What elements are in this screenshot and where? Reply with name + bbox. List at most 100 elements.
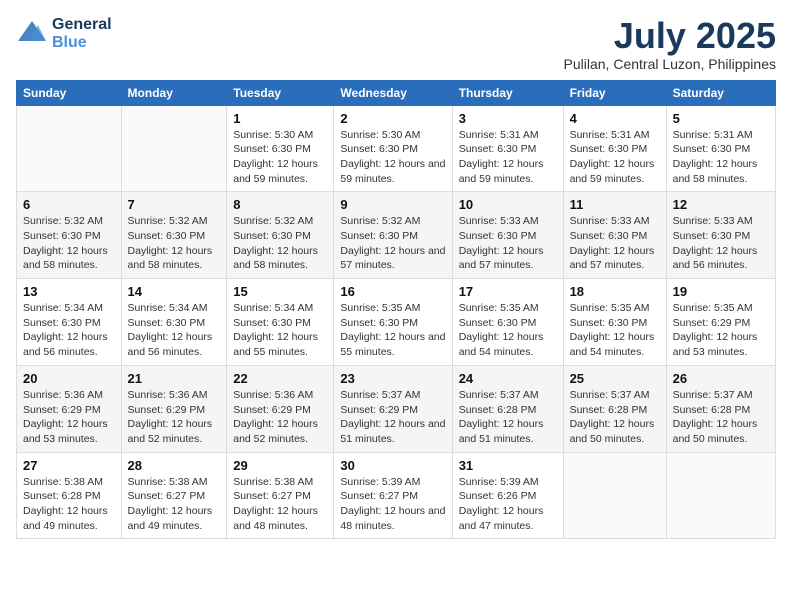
calendar-cell: 12Sunrise: 5:33 AM Sunset: 6:30 PM Dayli… <box>666 192 775 279</box>
calendar-cell: 16Sunrise: 5:35 AM Sunset: 6:30 PM Dayli… <box>334 279 452 366</box>
day-number: 8 <box>233 197 327 212</box>
calendar-cell: 20 Sunrise: 5:36 AM Sunset: 6:29 PM Dayli… <box>17 365 122 452</box>
calendar-cell: 10 Sunrise: 5:33 AM Sunset: 6:30 PM Dayli… <box>452 192 563 279</box>
col-header-wednesday: Wednesday <box>334 80 452 105</box>
day-detail: Sunrise: 5:33 AM Sunset: 6:30 PM Dayligh… <box>459 214 557 273</box>
calendar-cell: 17Sunrise: 5:35 AM Sunset: 6:30 PM Dayli… <box>452 279 563 366</box>
day-detail: Sunrise: 5:35 AM Sunset: 6:29 PM Dayligh… <box>673 301 769 360</box>
col-header-sunday: Sunday <box>17 80 122 105</box>
day-detail: Sunrise: 5:37 AM Sunset: 6:29 PM Dayligh… <box>340 388 445 447</box>
week-row: 20 Sunrise: 5:36 AM Sunset: 6:29 PM Dayli… <box>17 365 776 452</box>
day-number: 20 <box>23 371 115 386</box>
week-row: 27Sunrise: 5:38 AM Sunset: 6:28 PM Dayli… <box>17 452 776 539</box>
day-detail: Sunrise: 5:33 AM Sunset: 6:30 PM Dayligh… <box>570 214 660 273</box>
week-row: 1 Sunrise: 5:30 AM Sunset: 6:30 PM Daylig… <box>17 105 776 192</box>
day-detail: Sunrise: 5:37 AM Sunset: 6:28 PM Dayligh… <box>673 388 769 447</box>
day-number: 25 <box>570 371 660 386</box>
day-number: 24 <box>459 371 557 386</box>
col-header-thursday: Thursday <box>452 80 563 105</box>
logo-blue: Blue <box>52 34 112 52</box>
calendar-cell: 24 Sunrise: 5:37 AM Sunset: 6:28 PM Dayli… <box>452 365 563 452</box>
day-detail: Sunrise: 5:34 AM Sunset: 6:30 PM Dayligh… <box>233 301 327 360</box>
col-header-friday: Friday <box>563 80 666 105</box>
calendar-cell: 23Sunrise: 5:37 AM Sunset: 6:29 PM Dayli… <box>334 365 452 452</box>
day-detail: Sunrise: 5:34 AM Sunset: 6:30 PM Dayligh… <box>23 301 115 360</box>
day-number: 11 <box>570 197 660 212</box>
day-detail: Sunrise: 5:38 AM Sunset: 6:27 PM Dayligh… <box>233 475 327 534</box>
month-year: July 2025 <box>564 16 776 56</box>
day-number: 26 <box>673 371 769 386</box>
logo: General Blue <box>16 16 112 51</box>
calendar-cell: 8 Sunrise: 5:32 AM Sunset: 6:30 PM Daylig… <box>227 192 334 279</box>
day-detail: Sunrise: 5:36 AM Sunset: 6:29 PM Dayligh… <box>128 388 221 447</box>
day-detail: Sunrise: 5:30 AM Sunset: 6:30 PM Dayligh… <box>233 128 327 187</box>
calendar-cell: 18 Sunrise: 5:35 AM Sunset: 6:30 PM Dayli… <box>563 279 666 366</box>
logo-general: General <box>52 16 112 34</box>
col-header-saturday: Saturday <box>666 80 775 105</box>
calendar-cell: 7Sunrise: 5:32 AM Sunset: 6:30 PM Daylig… <box>121 192 227 279</box>
day-number: 22 <box>233 371 327 386</box>
header-row: SundayMondayTuesdayWednesdayThursdayFrid… <box>17 80 776 105</box>
day-number: 17 <box>459 284 557 299</box>
day-number: 30 <box>340 458 445 473</box>
day-detail: Sunrise: 5:32 AM Sunset: 6:30 PM Dayligh… <box>23 214 115 273</box>
calendar-cell <box>17 105 122 192</box>
day-number: 29 <box>233 458 327 473</box>
calendar-cell: 19 Sunrise: 5:35 AM Sunset: 6:29 PM Dayli… <box>666 279 775 366</box>
day-number: 28 <box>128 458 221 473</box>
day-number: 15 <box>233 284 327 299</box>
calendar-cell: 26 Sunrise: 5:37 AM Sunset: 6:28 PM Dayli… <box>666 365 775 452</box>
calendar-cell <box>563 452 666 539</box>
day-number: 3 <box>459 111 557 126</box>
day-detail: Sunrise: 5:38 AM Sunset: 6:28 PM Dayligh… <box>23 475 115 534</box>
calendar-cell: 31 Sunrise: 5:39 AM Sunset: 6:26 PM Dayli… <box>452 452 563 539</box>
title-block: July 2025 Pulilan, Central Luzon, Philip… <box>564 16 776 72</box>
day-number: 10 <box>459 197 557 212</box>
day-number: 19 <box>673 284 769 299</box>
calendar-cell <box>121 105 227 192</box>
day-number: 4 <box>570 111 660 126</box>
calendar-cell: 14 Sunrise: 5:34 AM Sunset: 6:30 PM Dayli… <box>121 279 227 366</box>
calendar-cell: 30 Sunrise: 5:39 AM Sunset: 6:27 PM Dayli… <box>334 452 452 539</box>
day-number: 16 <box>340 284 445 299</box>
day-detail: Sunrise: 5:39 AM Sunset: 6:27 PM Dayligh… <box>340 475 445 534</box>
col-header-tuesday: Tuesday <box>227 80 334 105</box>
day-number: 18 <box>570 284 660 299</box>
logo-icon <box>16 19 48 43</box>
day-number: 5 <box>673 111 769 126</box>
calendar-cell: 21 Sunrise: 5:36 AM Sunset: 6:29 PM Dayli… <box>121 365 227 452</box>
week-row: 6Sunrise: 5:32 AM Sunset: 6:30 PM Daylig… <box>17 192 776 279</box>
day-number: 14 <box>128 284 221 299</box>
day-detail: Sunrise: 5:30 AM Sunset: 6:30 PM Dayligh… <box>340 128 445 187</box>
day-detail: Sunrise: 5:31 AM Sunset: 6:30 PM Dayligh… <box>570 128 660 187</box>
day-detail: Sunrise: 5:38 AM Sunset: 6:27 PM Dayligh… <box>128 475 221 534</box>
day-number: 2 <box>340 111 445 126</box>
day-number: 31 <box>459 458 557 473</box>
day-detail: Sunrise: 5:37 AM Sunset: 6:28 PM Dayligh… <box>570 388 660 447</box>
calendar-cell: 13 Sunrise: 5:34 AM Sunset: 6:30 PM Dayli… <box>17 279 122 366</box>
day-number: 7 <box>128 197 221 212</box>
calendar-cell: 5 Sunrise: 5:31 AM Sunset: 6:30 PM Daylig… <box>666 105 775 192</box>
calendar-cell: 22Sunrise: 5:36 AM Sunset: 6:29 PM Dayli… <box>227 365 334 452</box>
day-detail: Sunrise: 5:32 AM Sunset: 6:30 PM Dayligh… <box>340 214 445 273</box>
calendar-cell: 2 Sunrise: 5:30 AM Sunset: 6:30 PM Daylig… <box>334 105 452 192</box>
calendar-table: SundayMondayTuesdayWednesdayThursdayFrid… <box>16 80 776 540</box>
calendar-cell: 15 Sunrise: 5:34 AM Sunset: 6:30 PM Dayli… <box>227 279 334 366</box>
day-detail: Sunrise: 5:37 AM Sunset: 6:28 PM Dayligh… <box>459 388 557 447</box>
day-number: 13 <box>23 284 115 299</box>
calendar-cell: 9 Sunrise: 5:32 AM Sunset: 6:30 PM Daylig… <box>334 192 452 279</box>
day-number: 21 <box>128 371 221 386</box>
day-number: 1 <box>233 111 327 126</box>
day-number: 9 <box>340 197 445 212</box>
day-detail: Sunrise: 5:35 AM Sunset: 6:30 PM Dayligh… <box>570 301 660 360</box>
day-detail: Sunrise: 5:31 AM Sunset: 6:30 PM Dayligh… <box>673 128 769 187</box>
calendar-cell: 28 Sunrise: 5:38 AM Sunset: 6:27 PM Dayli… <box>121 452 227 539</box>
day-detail: Sunrise: 5:32 AM Sunset: 6:30 PM Dayligh… <box>233 214 327 273</box>
calendar-cell: 1 Sunrise: 5:30 AM Sunset: 6:30 PM Daylig… <box>227 105 334 192</box>
calendar-cell: 3Sunrise: 5:31 AM Sunset: 6:30 PM Daylig… <box>452 105 563 192</box>
day-detail: Sunrise: 5:39 AM Sunset: 6:26 PM Dayligh… <box>459 475 557 534</box>
day-detail: Sunrise: 5:34 AM Sunset: 6:30 PM Dayligh… <box>128 301 221 360</box>
day-detail: Sunrise: 5:36 AM Sunset: 6:29 PM Dayligh… <box>23 388 115 447</box>
calendar-cell: 6Sunrise: 5:32 AM Sunset: 6:30 PM Daylig… <box>17 192 122 279</box>
calendar-cell: 29 Sunrise: 5:38 AM Sunset: 6:27 PM Dayli… <box>227 452 334 539</box>
